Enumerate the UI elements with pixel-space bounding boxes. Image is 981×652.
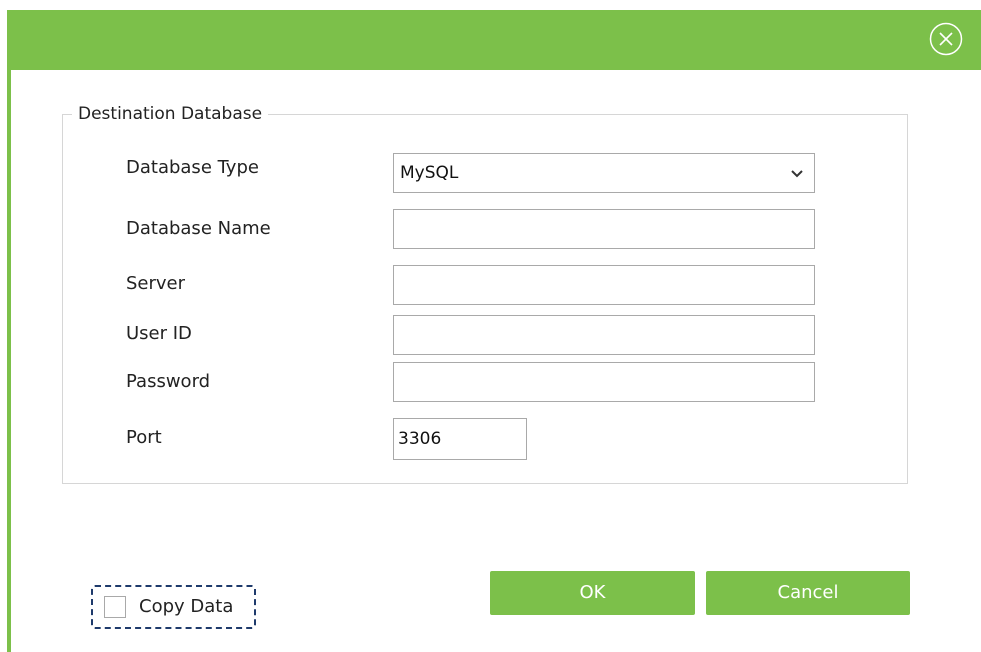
server-label: Server — [126, 273, 186, 294]
database-type-value: MySQL — [400, 163, 459, 183]
copy-data-label: Copy Data — [139, 596, 234, 617]
port-input[interactable] — [393, 418, 527, 460]
close-button[interactable] — [929, 22, 963, 56]
user-id-input[interactable] — [393, 315, 815, 355]
copy-data-checkbox[interactable] — [104, 596, 126, 618]
password-input[interactable] — [393, 362, 815, 402]
database-type-label: Database Type — [126, 157, 259, 178]
chevron-down-icon — [791, 170, 803, 178]
user-id-label: User ID — [126, 323, 192, 344]
server-input[interactable] — [393, 265, 815, 305]
password-label: Password — [126, 371, 211, 392]
title-bar — [7, 10, 981, 70]
group-title: Destination Database — [72, 103, 269, 125]
close-circle-icon — [929, 22, 963, 56]
database-name-input[interactable] — [393, 209, 815, 249]
destination-database-dialog: Destination Database Database Type MySQL… — [0, 0, 981, 652]
database-type-select[interactable]: MySQL — [393, 153, 815, 193]
port-label: Port — [126, 427, 162, 448]
ok-button[interactable]: OK — [490, 571, 695, 615]
cancel-button[interactable]: Cancel — [706, 571, 910, 615]
copy-data-option[interactable]: Copy Data — [91, 585, 256, 629]
database-name-label: Database Name — [126, 218, 271, 239]
dialog-left-border — [7, 10, 11, 652]
